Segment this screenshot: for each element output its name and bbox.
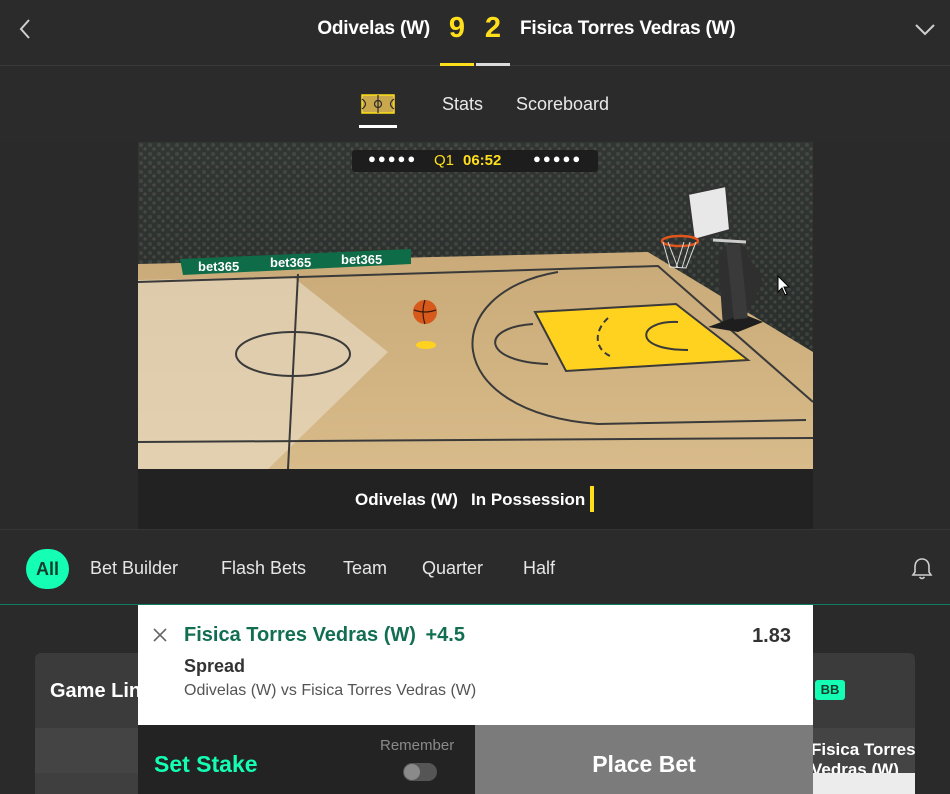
remember-label: Remember <box>380 737 455 754</box>
filter-quarter[interactable]: Quarter <box>422 558 483 579</box>
possession-bar: Odivelas (W) In Possession <box>138 469 813 529</box>
ball-shadow <box>416 341 436 349</box>
set-stake-panel[interactable]: Set Stake Remember <box>138 725 475 794</box>
match-clock: ●●●●● Q1 06:52 ●●●●● <box>352 150 598 172</box>
possession-team: Odivelas (W) <box>355 490 458 509</box>
game-clock: 06:52 <box>463 152 502 169</box>
bet-slip: Fisica Torres Vedras (W) +4.5 1.83 Sprea… <box>138 605 813 725</box>
bet-builder-badge: BB <box>815 680 845 700</box>
match-header: Odivelas (W) 9 2 Fisica Torres Vedras (W… <box>0 0 950 66</box>
away-score: 2 <box>484 12 502 44</box>
away-team-name: Fisica Torres Vedras (W) <box>520 18 736 39</box>
active-tab-underline <box>359 125 397 128</box>
possession-indicator <box>590 486 594 512</box>
bet-fixture: Odivelas (W) vs Fisica Torres Vedras (W) <box>184 682 477 699</box>
tab-court[interactable] <box>359 92 397 128</box>
home-foul-dots: ●●●●● <box>368 151 418 166</box>
ad-board-text-3: bet365 <box>341 252 382 267</box>
place-bet-label: Place Bet <box>592 751 696 777</box>
view-tabs: Stats Scoreboard <box>0 66 950 142</box>
court-visualisation: bet365 bet365 bet365 <box>138 142 813 469</box>
basketball-court-icon <box>361 94 395 114</box>
mouse-cursor-icon <box>777 275 791 296</box>
place-bet-button[interactable]: Place Bet <box>475 725 813 794</box>
bet-odds: 1.83 <box>752 625 791 647</box>
close-icon[interactable] <box>152 627 168 643</box>
tab-scoreboard[interactable]: Scoreboard <box>516 94 609 115</box>
remember-toggle[interactable] <box>403 763 437 781</box>
ad-board-text-2: bet365 <box>270 255 311 270</box>
odds-cell[interactable] <box>813 773 915 794</box>
set-stake-button[interactable]: Set Stake <box>154 751 258 778</box>
chevron-left-icon[interactable] <box>14 16 38 42</box>
filter-bet-builder[interactable]: Bet Builder <box>90 558 178 579</box>
market-filter-bar: All Bet Builder Flash Bets Team Quarter … <box>0 529 950 605</box>
filter-team[interactable]: Team <box>343 558 387 579</box>
filter-all[interactable]: All <box>26 549 69 589</box>
possession-label: In Possession <box>471 490 586 509</box>
tab-stats[interactable]: Stats <box>442 94 483 115</box>
bet-market: Spread <box>184 656 246 676</box>
bet-selection: Fisica Torres Vedras (W) +4.5 <box>184 624 465 647</box>
filter-flash-bets[interactable]: Flash Bets <box>221 558 306 579</box>
bell-icon[interactable] <box>910 556 934 582</box>
toggle-knob <box>404 764 420 780</box>
quarter-label: Q1 <box>434 152 455 169</box>
selection-handicap: +4.5 <box>425 624 465 646</box>
home-team-name: Odivelas (W) <box>317 18 430 39</box>
selection-team: Fisica Torres Vedras (W) <box>184 624 416 646</box>
chevron-down-icon[interactable] <box>912 16 938 42</box>
ad-board-text-1: bet365 <box>198 259 239 274</box>
away-foul-dots: ●●●●● <box>533 151 583 166</box>
filter-half[interactable]: Half <box>523 558 555 579</box>
home-score: 9 <box>448 12 466 44</box>
